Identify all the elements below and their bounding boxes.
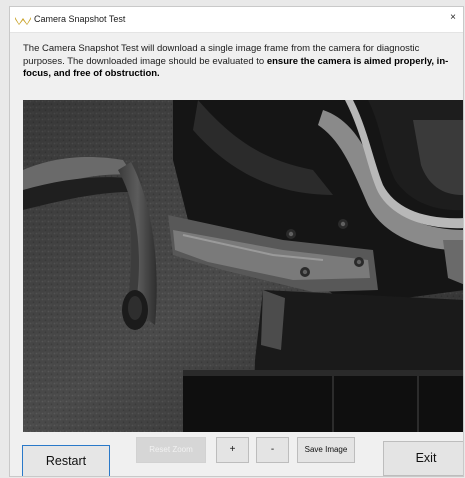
- zoom-in-button[interactable]: +: [216, 437, 249, 463]
- save-image-button[interactable]: Save Image: [297, 437, 355, 463]
- exit-button[interactable]: Exit: [383, 441, 463, 476]
- window-title: Camera Snapshot Test: [34, 14, 126, 24]
- camera-snapshot-window: Camera Snapshot Test × The Camera Snapsh…: [9, 6, 464, 477]
- title-bar[interactable]: Camera Snapshot Test ×: [10, 7, 463, 33]
- reset-zoom-button[interactable]: Reset Zoom: [136, 437, 206, 463]
- zoom-out-button[interactable]: -: [256, 437, 289, 463]
- snapshot-photo: [23, 100, 463, 432]
- camera-snapshot-image: [23, 100, 463, 432]
- description-text: The Camera Snapshot Test will download a…: [23, 43, 463, 81]
- camera-app-icon: [15, 17, 31, 25]
- close-icon[interactable]: ×: [448, 12, 458, 24]
- restart-button[interactable]: Restart: [22, 445, 110, 476]
